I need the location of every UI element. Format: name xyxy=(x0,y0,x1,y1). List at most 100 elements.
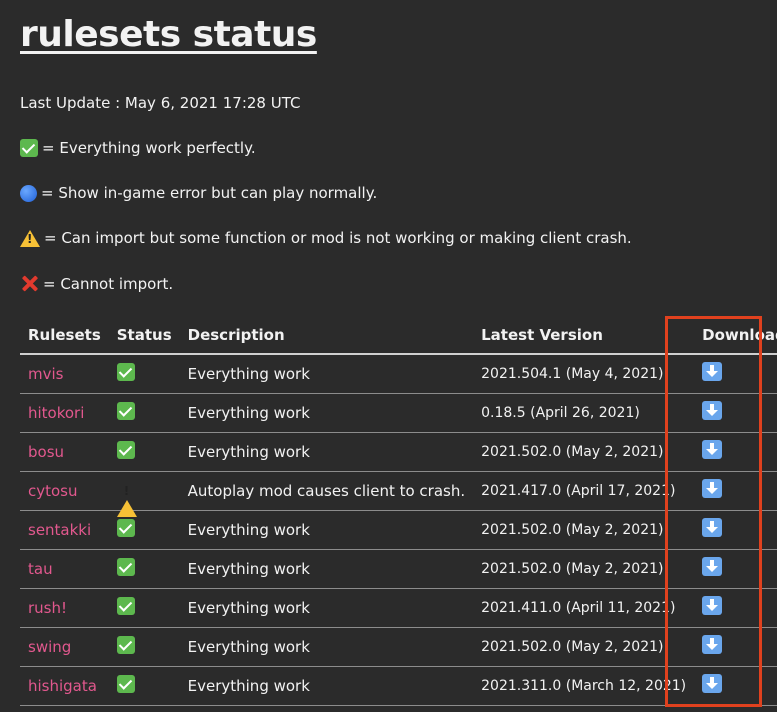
check-icon xyxy=(116,440,135,459)
ruleset-name-cell: rush! xyxy=(20,588,109,628)
download-icon[interactable] xyxy=(702,479,723,498)
download-icon[interactable] xyxy=(702,674,723,693)
table-row: swing Everything work 2021.502.0 (May 2, 2… xyxy=(20,627,777,667)
download-icon[interactable] xyxy=(702,596,723,615)
ruleset-name-cell: tau xyxy=(20,549,109,589)
legend-item-cannot-import: = Cannot import. xyxy=(20,274,173,293)
download-cell xyxy=(694,510,777,550)
ruleset-name-cell: hishigata xyxy=(20,666,109,706)
cross-icon xyxy=(20,274,39,293)
description-cell: Everything work xyxy=(179,588,474,628)
status-cell xyxy=(108,393,180,433)
ruleset-name-cell: mvis xyxy=(20,354,109,394)
latest-version-cell: 2021.502.0 (May 2, 2021) xyxy=(473,627,695,667)
latest-version-cell: 2021.311.0 (March 12, 2021) xyxy=(473,666,695,706)
description-cell: Everything work xyxy=(179,666,474,706)
download-icon[interactable] xyxy=(702,557,723,576)
latest-version-cell: 2021.411.0 (April 11, 2021) xyxy=(473,588,695,628)
header-rulesets: Rulesets xyxy=(20,316,109,355)
warning-icon xyxy=(20,229,40,247)
check-icon xyxy=(116,518,135,537)
check-icon xyxy=(116,557,135,576)
ruleset-name-cell: swing xyxy=(20,627,109,667)
description-cell: Everything work xyxy=(179,393,474,433)
status-cell xyxy=(108,432,180,472)
legend-text: = Show in-game error but can play normal… xyxy=(41,184,378,202)
latest-version-cell: 2021.502.0 (May 2, 2021) xyxy=(473,510,695,550)
description-cell: Everything work xyxy=(179,549,474,589)
download-cell xyxy=(694,432,777,472)
download-cell xyxy=(694,666,777,706)
download-cell xyxy=(694,588,777,628)
download-icon[interactable] xyxy=(702,635,723,654)
rulesets-table: Rulesets Status Description Latest Versi… xyxy=(20,316,777,706)
status-cell xyxy=(108,471,180,517)
ruleset-name-cell: hitokori xyxy=(20,393,109,433)
latest-version-cell: 0.18.5 (April 26, 2021) xyxy=(473,393,695,433)
status-cell xyxy=(108,549,180,589)
page-title: rulesets status xyxy=(20,14,317,55)
header-latest-version: Latest Version xyxy=(473,316,695,355)
table-header-row: Rulesets Status Description Latest Versi… xyxy=(20,316,777,355)
description-cell: Everything work xyxy=(179,432,474,472)
description-cell: Autoplay mod causes client to crash. xyxy=(179,471,474,511)
table-row: mvis Everything work 2021.504.1 (May 4, 20… xyxy=(20,354,777,394)
ruleset-name-cell: sentakki xyxy=(20,510,109,550)
check-icon xyxy=(116,674,135,693)
table-row: cytosu Autoplay mod causes client to cras… xyxy=(20,471,777,517)
latest-version-cell: 2021.502.0 (May 2, 2021) xyxy=(473,549,695,589)
download-cell xyxy=(694,354,777,394)
status-cell xyxy=(108,627,180,667)
download-cell xyxy=(694,549,777,589)
check-icon xyxy=(116,362,135,381)
last-update: Last Update : May 6, 2021 17:28 UTC xyxy=(20,94,300,112)
table-row: tau Everything work 2021.502.0 (May 2, 202… xyxy=(20,549,777,589)
status-cell xyxy=(108,588,180,628)
latest-version-cell: 2021.502.0 (May 2, 2021) xyxy=(473,432,695,472)
latest-version-cell: 2021.504.1 (May 4, 2021) xyxy=(473,354,695,394)
download-cell xyxy=(694,627,777,667)
header-status: Status xyxy=(108,316,180,355)
download-icon[interactable] xyxy=(702,440,723,459)
legend-text: = Can import but some function or mod is… xyxy=(44,229,632,247)
status-cell xyxy=(108,354,180,394)
table-row: rush! Everything work 2021.411.0 (April 11… xyxy=(20,588,777,628)
download-icon[interactable] xyxy=(702,401,723,420)
page: rulesets status Last Update : May 6, 202… xyxy=(0,0,777,712)
download-cell xyxy=(694,471,777,511)
warning-icon xyxy=(116,481,137,517)
ruleset-link[interactable]: tau xyxy=(28,560,53,578)
table-row: bosu Everything work 2021.502.0 (May 2, 20… xyxy=(20,432,777,472)
header-download: Download xyxy=(694,316,777,355)
status-cell xyxy=(108,666,180,706)
ruleset-link[interactable]: mvis xyxy=(28,365,63,383)
ruleset-name-cell: bosu xyxy=(20,432,109,472)
latest-version-cell: 2021.417.0 (April 17, 2021) xyxy=(473,471,695,511)
description-cell: Everything work xyxy=(179,627,474,667)
ruleset-link[interactable]: bosu xyxy=(28,443,64,461)
blue-circle-icon xyxy=(20,184,37,202)
download-icon[interactable] xyxy=(702,362,723,382)
description-cell: Everything work xyxy=(179,510,474,550)
legend-item-working: = Everything work perfectly. xyxy=(20,139,256,157)
download-cell xyxy=(694,393,777,433)
legend-text: = Cannot import. xyxy=(43,274,174,293)
header-description: Description xyxy=(179,316,474,355)
ruleset-link[interactable]: swing xyxy=(28,638,71,656)
download-icon[interactable] xyxy=(702,518,723,537)
legend-text: = Everything work perfectly. xyxy=(42,139,256,157)
check-icon xyxy=(20,139,38,157)
check-icon xyxy=(116,401,135,420)
check-icon xyxy=(116,635,135,654)
legend-item-ingame-error: = Show in-game error but can play normal… xyxy=(20,184,377,202)
ruleset-link[interactable]: hishigata xyxy=(28,677,97,695)
ruleset-link[interactable]: rush! xyxy=(28,599,67,617)
description-cell: Everything work xyxy=(179,354,474,394)
table-row: hitokori Everything work 0.18.5 (April 26,… xyxy=(20,393,777,433)
table-row: hishigata Everything work 2021.311.0 (Marc… xyxy=(20,666,777,706)
legend-item-partial: = Can import but some function or mod is… xyxy=(20,229,632,247)
ruleset-link[interactable]: sentakki xyxy=(28,521,91,539)
check-icon xyxy=(116,596,135,615)
ruleset-link[interactable]: cytosu xyxy=(28,482,78,500)
ruleset-link[interactable]: hitokori xyxy=(28,404,84,422)
